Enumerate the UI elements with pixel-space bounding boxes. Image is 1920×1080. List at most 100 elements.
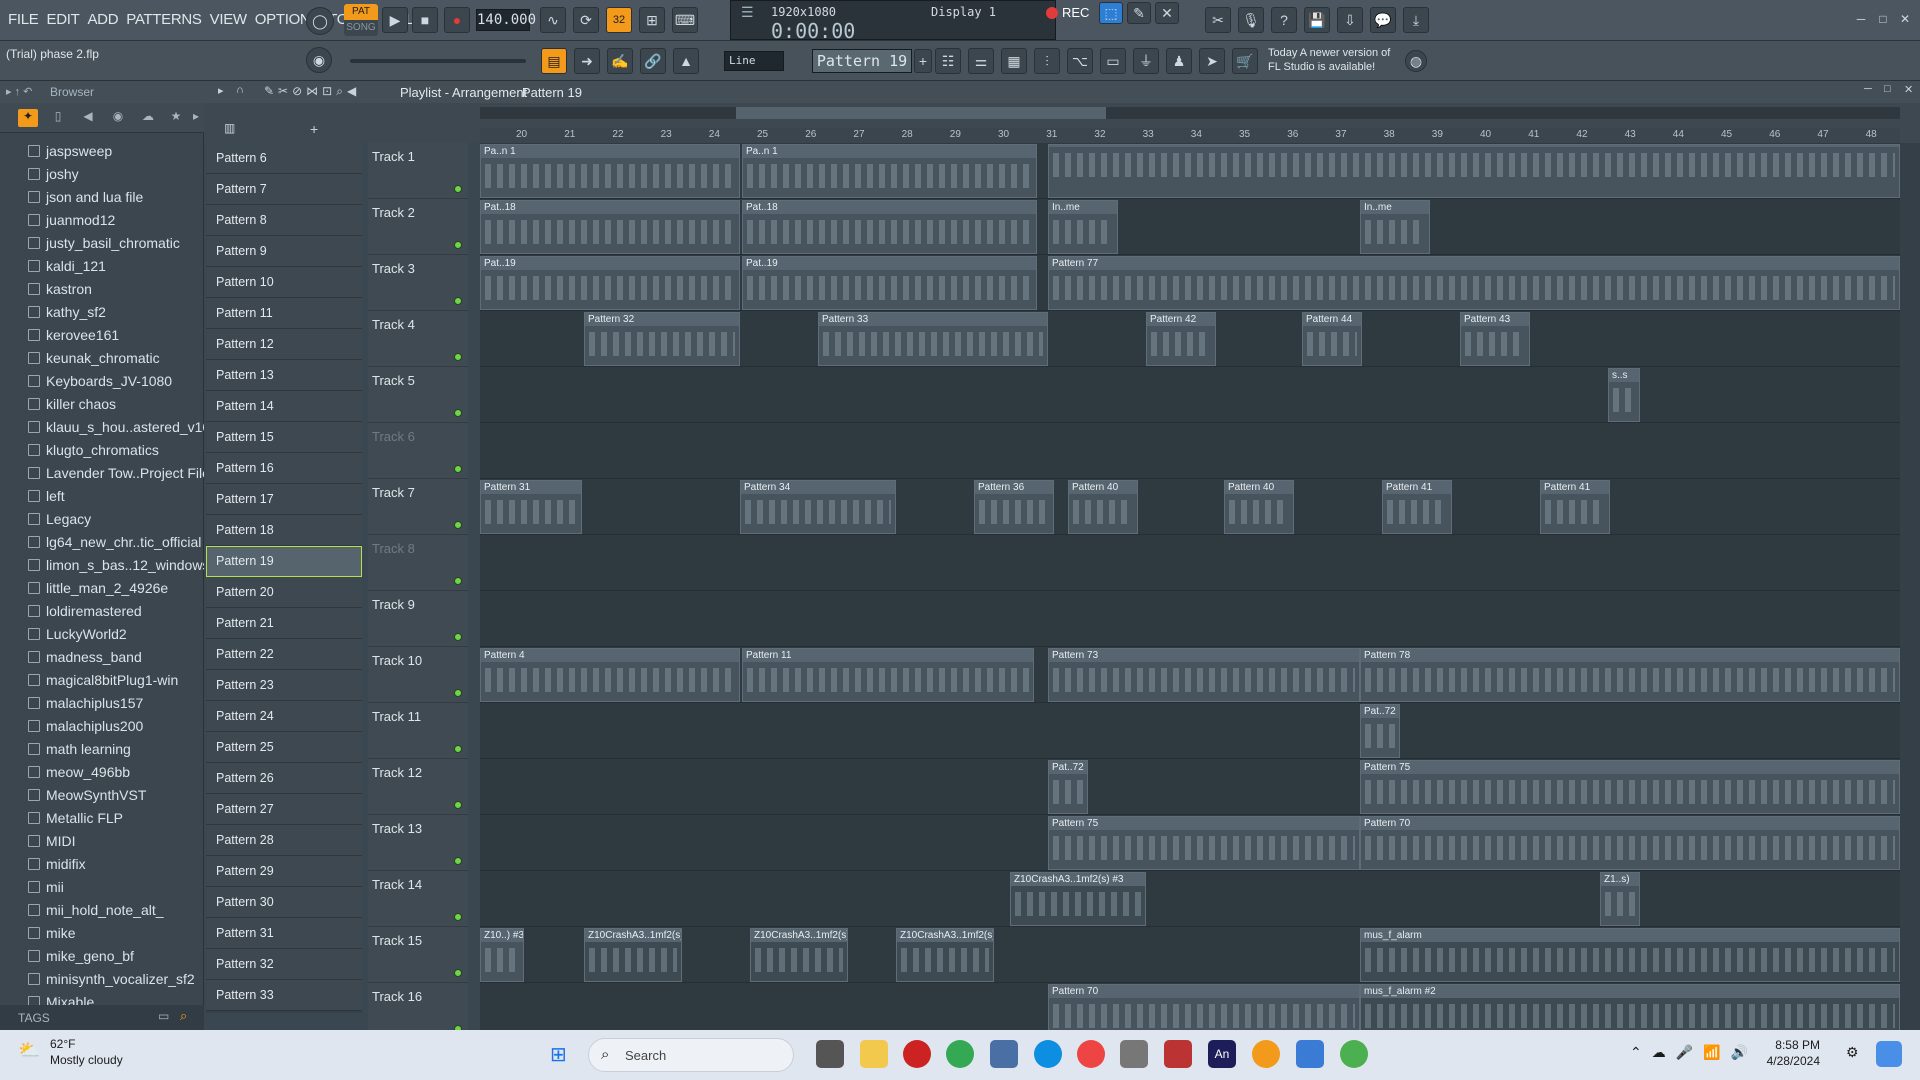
chat-icon[interactable]: 💬 — [1370, 7, 1396, 33]
playlist-clip[interactable] — [1048, 144, 1900, 198]
pattern-picker-item[interactable]: Pattern 12 — [206, 329, 362, 360]
track-mute-led[interactable] — [454, 521, 462, 529]
track-header[interactable]: Track 2 — [368, 199, 468, 255]
pattern-picker-item[interactable]: Pattern 15 — [206, 422, 362, 453]
browser-folder-item[interactable]: kerovee161 — [28, 323, 204, 346]
playlist-clip[interactable]: Pattern 4 — [480, 648, 740, 702]
weather-icon[interactable]: ⛅ — [18, 1040, 40, 1061]
playlist-minimize-icon[interactable]: ─ — [1864, 83, 1872, 95]
track-mute-led[interactable] — [454, 857, 462, 865]
browser-folder-item[interactable]: kathy_sf2 — [28, 300, 204, 323]
bar-ruler[interactable]: 20 21 22 23 24 25 26 27 28 29 30 31 32 33 34 35 36 37 38 39… — [480, 128, 1900, 143]
pattern-picker-item[interactable]: Pattern 8 — [206, 205, 362, 236]
pattern-picker-item[interactable]: Pattern 25 — [206, 732, 362, 763]
pattern-picker-item[interactable]: Pattern 19 — [206, 546, 362, 577]
render-icon[interactable]: ⇩ — [1337, 7, 1363, 33]
recorder-icon[interactable] — [903, 1040, 931, 1068]
stamp-icon[interactable]: ▲ — [673, 48, 699, 74]
cart-icon[interactable]: 🛒 — [1232, 48, 1258, 74]
track-mute-led[interactable] — [454, 913, 462, 921]
track-header[interactable]: Track 1 — [368, 143, 468, 199]
edge-icon[interactable] — [1034, 1040, 1062, 1068]
taskbar-search[interactable]: ⌕ Search — [588, 1038, 794, 1072]
track-header[interactable]: Track 4 — [368, 311, 468, 367]
maximize-icon[interactable]: □ — [1872, 10, 1894, 28]
pattern-picker-item[interactable]: Pattern 29 — [206, 856, 362, 887]
magnet-icon[interactable]: ∩ — [236, 84, 244, 96]
master-volume-knob-icon[interactable]: ◉ — [306, 47, 332, 73]
playlist-clip[interactable]: Z10..) #3 — [480, 928, 524, 982]
browser-folder-item[interactable]: limon_s_bas..12_windows — [28, 553, 204, 576]
track-lane[interactable]: Pat..18 Pat..18 In..me In..me — [480, 199, 1900, 255]
playlist-clip[interactable]: Z10CrashA3..1mf2(s) #3 — [750, 928, 848, 982]
picker-icon[interactable]: ▥ — [224, 121, 235, 135]
track-lane[interactable]: Pattern 70 mus_f_alarm #2 — [480, 983, 1900, 1030]
track-mute-led[interactable] — [454, 185, 462, 193]
fl-studio-icon[interactable] — [1252, 1040, 1280, 1068]
browser-folder-item[interactable]: json and lua file — [28, 185, 204, 208]
master-pitch-slider[interactable] — [350, 59, 526, 63]
tree-icon[interactable]: ⌥ — [1067, 48, 1093, 74]
browser-folder-item[interactable]: killer chaos — [28, 392, 204, 415]
metronome-knob-icon[interactable]: ◯ — [306, 7, 334, 35]
playlist-clip[interactable]: Pattern 77 — [1048, 256, 1900, 310]
task-view-icon[interactable] — [816, 1040, 844, 1068]
track-mute-led[interactable] — [454, 297, 462, 305]
playlist-clip[interactable]: Pattern 70 — [1360, 816, 1900, 870]
browser-folder-item[interactable]: Metallic FLP — [28, 806, 204, 829]
blend-notes-icon[interactable]: ⊞ — [639, 7, 665, 33]
playlist-close-icon[interactable]: ✕ — [1904, 83, 1913, 96]
browser-folder-item[interactable]: mii — [28, 875, 204, 898]
settings-icon[interactable]: ⚙ — [1846, 1044, 1859, 1061]
browser-folder-item[interactable]: MeowSynthVST — [28, 783, 204, 806]
sliders-icon[interactable]: ⫶ — [1034, 48, 1060, 74]
snap-select[interactable]: Line — [724, 51, 784, 71]
playlist-clip[interactable]: Pattern 75 — [1360, 760, 1900, 814]
arrow-right-icon[interactable]: ➜ — [574, 48, 600, 74]
wave-icon[interactable]: ∿ — [540, 7, 566, 33]
track-header[interactable]: Track 12 — [368, 759, 468, 815]
calculator-icon[interactable] — [1296, 1040, 1324, 1068]
explorer-icon[interactable] — [860, 1040, 888, 1068]
browser-folder-item[interactable]: lg64_new_chr..tic_official — [28, 530, 204, 553]
playlist-clip[interactable]: Pat..19 — [480, 256, 740, 310]
pat-song-toggle[interactable]: PAT SONG — [344, 4, 378, 36]
track-lane[interactable] — [480, 423, 1900, 479]
playlist-clip[interactable]: Pat..18 — [480, 200, 740, 254]
browser-folder-item[interactable]: keunak_chromatic — [28, 346, 204, 369]
arrow-icon[interactable]: ➤ — [1199, 48, 1225, 74]
playlist-clip[interactable]: Pa..n 1 — [742, 144, 1037, 198]
track-mute-led[interactable] — [454, 241, 462, 249]
track-mute-led[interactable] — [454, 745, 462, 753]
pattern-picker-item[interactable]: Pattern 14 — [206, 391, 362, 422]
playlist-clip[interactable]: Pat..72 — [1360, 704, 1400, 758]
speaker-icon[interactable]: ◀ — [78, 109, 98, 127]
track-lane[interactable]: Z10CrashA3..1mf2(s) #3 Z1..s) — [480, 871, 1900, 927]
track-lane[interactable]: Pattern 75 Pattern 70 — [480, 815, 1900, 871]
select-tool-icon[interactable]: ⬚ — [1099, 2, 1123, 24]
playlist-icon[interactable]: ▤ — [541, 48, 567, 74]
browser-folder-item[interactable]: malachiplus157 — [28, 691, 204, 714]
track-header[interactable]: Track 14 — [368, 871, 468, 927]
playlist-clip[interactable]: Pattern 70 — [1048, 984, 1360, 1030]
loop-record-icon[interactable]: ⟳ — [573, 7, 599, 33]
app-icon[interactable] — [990, 1040, 1018, 1068]
playlist-clip[interactable]: mus_f_alarm #2 — [1360, 984, 1900, 1030]
pattern-selector[interactable]: Pattern 19 — [812, 49, 912, 73]
channel-rack-icon[interactable]: ⚌ — [968, 48, 994, 74]
playlist-clip[interactable]: Pat..18 — [742, 200, 1037, 254]
pattern-picker-item[interactable]: Pattern 23 — [206, 670, 362, 701]
browser-folder-item[interactable]: justy_basil_chromatic — [28, 231, 204, 254]
save-icon[interactable]: 💾 — [1304, 7, 1330, 33]
person-icon[interactable]: ♟ — [1166, 48, 1192, 74]
playlist-clip[interactable]: Pattern 42 — [1146, 312, 1216, 366]
playlist-clip[interactable]: Pattern 43 — [1460, 312, 1530, 366]
track-lane[interactable]: Pa..n 1 Pa..n 1 — [480, 143, 1900, 199]
all-files-icon[interactable]: ✦ — [18, 109, 38, 127]
paint-icon[interactable] — [1077, 1040, 1105, 1068]
browser-folder-item[interactable]: little_man_2_4926e — [28, 576, 204, 599]
playlist-menu-arrow-icon[interactable]: ▸ — [218, 84, 224, 97]
browser-folder-item[interactable]: meow_496bb — [28, 760, 204, 783]
browser-folder-item[interactable]: klauu_s_hou..astered_v10 — [28, 415, 204, 438]
track-header[interactable]: Track 8 — [368, 535, 468, 591]
